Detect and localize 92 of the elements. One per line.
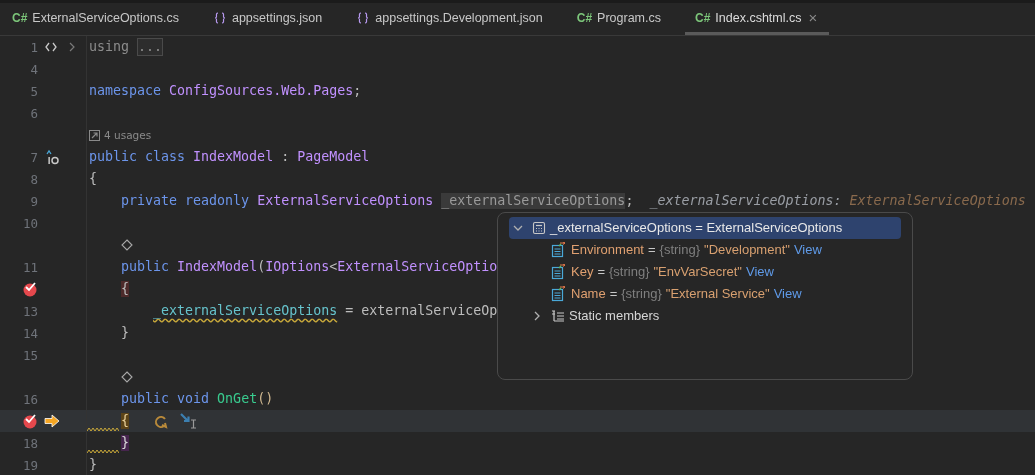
execution-arrow-icon [44,414,60,428]
line-number: 5 [30,83,38,99]
property-icon [551,264,567,280]
code-region-icon [44,40,58,54]
code-text: _externalServiceOptions: [649,193,843,209]
line-number: 18 [22,435,38,451]
property-name: Name [571,286,606,302]
code-text: public void [121,391,211,407]
implementation-icon [44,149,60,165]
language-label: C# [12,10,28,25]
code-text: ExternalServiceOptions [849,193,1026,209]
code-text: () [257,391,274,407]
code-text: IndexModel [193,149,274,165]
diamond-icon [121,371,133,383]
code-text: private readonly [121,193,251,209]
code-text: ( [257,259,266,275]
editor-tab[interactable]: C# Program.cs [566,3,673,35]
line-number: 9 [30,193,38,209]
language-label: C# [576,10,593,25]
property-icon [551,286,567,302]
line-number: 7 [30,149,38,165]
tree-item[interactable]: _externalServiceOptions = ExternalServiceOptions [509,217,901,239]
step-over-icon [153,413,170,429]
code-text: IndexModel [177,259,258,275]
equals-sign: = [609,286,618,302]
line-number: 13 [22,303,38,319]
code-text: } [121,435,130,451]
code-text: _externalServiceOptions [441,193,626,209]
code-text: { [121,413,130,429]
code-text: : [281,149,291,165]
property-icon [551,242,567,258]
fold-chevron-icon[interactable] [68,42,76,52]
code-text: } [89,457,97,473]
code-text: { [121,281,130,297]
editor-tab[interactable]: C# Index.cshtml.cs × [685,3,830,35]
code-text: public class [89,149,187,165]
editor-tab[interactable]: C# ExternalServiceOptions.cs [2,3,191,35]
code-text: _externalServiceOptions [153,303,338,319]
code-text: < [329,259,338,275]
line-number: 14 [22,325,38,341]
code-text: ; [625,193,635,209]
code-text: } [121,325,130,341]
static-members-icon [551,309,565,323]
code-text: ; [353,83,362,99]
equals-sign: = [597,264,605,280]
object-icon [532,221,546,235]
line-number: 1 [30,39,38,55]
group-name[interactable]: Static members [569,308,660,324]
code-text: { [89,171,97,187]
property-value: "External Service" [665,286,770,302]
view-link[interactable]: View [773,286,802,302]
code-text: public [121,259,171,275]
property-name: Key [571,264,594,280]
code-text: = externalServiceOp [345,303,498,319]
property-value: "EnvVarSecret" [653,264,742,280]
collapse-chevron-icon [513,223,523,233]
code-text: ExternalServiceOptions [257,193,435,209]
property-name: Environment [571,242,644,258]
close-button[interactable]: × [808,9,818,26]
code-text: IOptions [265,259,330,275]
line-number: 16 [22,391,38,407]
code-text: namespace [89,83,163,99]
braces-icon [212,10,227,25]
type-label: {string} [621,286,662,302]
breakpoint-icon [22,281,38,297]
editor-tab[interactable]: appsettings.json [202,3,335,35]
code-text: PageModel [297,149,370,165]
line-number: 4 [30,61,38,77]
braces-icon [356,10,371,25]
property-value: "Development" [704,242,790,258]
code-text: ConfigSources.Web.Pages [169,83,354,99]
code-text: OnGet [217,391,258,407]
view-link[interactable]: View [793,242,822,258]
diamond-icon [121,239,133,251]
line-number: 15 [22,347,38,363]
code-text: ExternalServiceOptio [337,259,498,275]
view-link[interactable]: View [745,264,774,280]
editor-tab[interactable]: appsettings.Development.json [346,3,555,35]
usages-link[interactable]: 4 usages [104,127,152,143]
line-number: 10 [22,215,38,231]
type-label: {string} [659,242,701,258]
line-number: 6 [30,105,38,121]
line-number: 8 [30,171,38,187]
line-number: 19 [22,457,38,473]
type-label: {string} [609,264,650,280]
usages-icon [89,129,100,141]
code-text: using [89,39,131,55]
language-label: C# [695,10,711,25]
breakpoint-icon [22,413,38,429]
equals-sign: = [648,242,656,258]
line-number: 11 [22,259,38,275]
code-text: ... [137,38,164,56]
